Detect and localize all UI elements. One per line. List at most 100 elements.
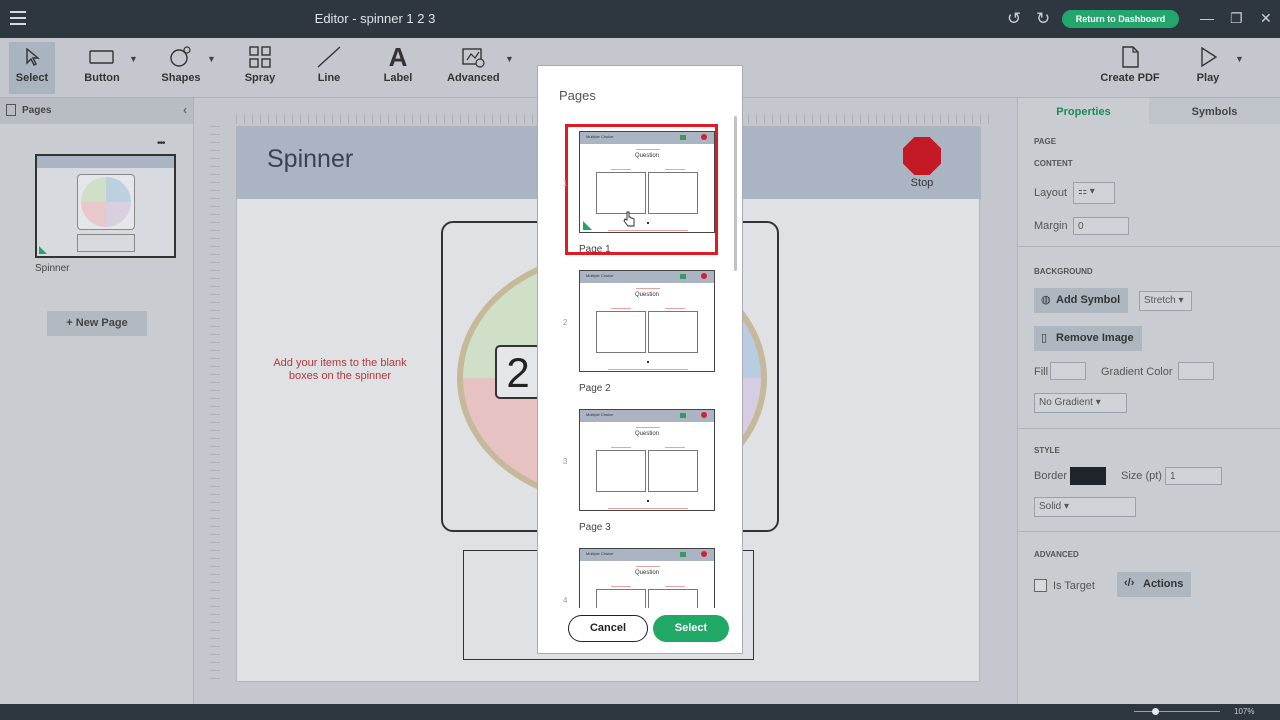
tool-label: Play <box>1196 72 1220 84</box>
layout-select[interactable]: ⚏ ▾ <box>1073 182 1115 204</box>
actions-label: Actions <box>1143 578 1184 590</box>
divider <box>1018 428 1280 429</box>
select-tool-button[interactable]: Select <box>9 42 55 94</box>
gradient-color-swatch[interactable] <box>1178 362 1214 380</box>
tool-label: Advanced <box>447 72 500 84</box>
tool-label: Label <box>383 72 413 84</box>
tool-label: Select <box>15 72 49 84</box>
redo-icon[interactable]: ↻ <box>1036 9 1050 29</box>
page-title[interactable]: Spinner <box>267 145 353 174</box>
remove-image-button[interactable]: ▯ Remove Image <box>1034 326 1142 351</box>
thumb-question: Question <box>634 570 659 576</box>
shapes-icon <box>157 42 205 72</box>
create-pdf-button[interactable]: Create PDF <box>1098 42 1162 94</box>
line-icon <box>309 42 349 72</box>
border-color-swatch[interactable] <box>1070 467 1106 485</box>
divider <box>1018 246 1280 247</box>
page-thumbnail[interactable]: Multiple Choice Question <box>579 131 715 233</box>
instruction-text[interactable]: Add your items to the blank boxes on the… <box>265 357 415 383</box>
margin-label: Margin <box>1034 220 1068 232</box>
remove-image-label: Remove Image <box>1056 332 1134 344</box>
letter-a-icon: A <box>388 41 408 72</box>
pages-dialog: Pages 1 Multiple Choice Question Page 1 … <box>537 65 743 654</box>
thumb-header-text: Multiple Choice <box>586 273 614 278</box>
page-label: Page 1 <box>579 244 611 255</box>
layout-label: Layout <box>1034 187 1068 199</box>
zoom-level: 107% <box>1234 707 1255 716</box>
thumb-stop-icon <box>701 273 707 279</box>
properties-panel: Properties Symbols PAGE CONTENT Layout ⚏… <box>1017 98 1280 704</box>
advanced-tool-button[interactable]: Advanced <box>447 42 500 94</box>
gradient-select[interactable]: No Gradient ▾ <box>1034 393 1127 413</box>
pages-panel: Pages ‹ ••• Spinner + New Page <box>0 98 194 704</box>
page-thumbnail[interactable]: Multiple Choice Question <box>579 548 715 608</box>
label-tool-button[interactable]: A Label <box>378 42 418 94</box>
page-label: Page 2 <box>579 383 611 394</box>
fill-color-swatch[interactable] <box>1050 362 1086 380</box>
collapse-chevron-icon[interactable]: ‹ <box>183 103 187 117</box>
cancel-button[interactable]: Cancel <box>568 615 648 642</box>
thumb-spinner-frame <box>77 174 135 230</box>
stretch-select[interactable]: Stretch ▾ <box>1139 291 1192 311</box>
thumbnail-label: Spinner <box>35 263 70 274</box>
select-button[interactable]: Select <box>653 615 729 642</box>
spinner-number[interactable]: 2 <box>495 345 541 399</box>
section-advanced: ADVANCED <box>1034 550 1079 559</box>
pages-panel-header: Pages ‹ <box>0 98 193 124</box>
dialog-title: Pages <box>559 88 596 103</box>
line-tool-button[interactable]: Line <box>309 42 349 94</box>
zoom-slider[interactable] <box>1134 711 1220 712</box>
chevron-down-icon[interactable]: ▼ <box>1235 54 1244 64</box>
actions-button[interactable]: ‹/› Actions <box>1117 572 1192 597</box>
add-symbol-label: Add Symbol <box>1056 294 1121 306</box>
page-number: 3 <box>563 457 568 466</box>
minimize-icon[interactable]: — <box>1200 10 1214 26</box>
thumb-header-text: Multiple Choice <box>586 134 614 139</box>
stop-sign-icon[interactable] <box>903 137 941 175</box>
stop-label: Stop <box>910 177 934 189</box>
grid-icon <box>238 42 282 72</box>
margin-input[interactable]: 0 <box>1073 217 1129 235</box>
spray-tool-button[interactable]: Spray <box>238 42 282 94</box>
page-number: 2 <box>563 318 568 327</box>
page-list: 1 Multiple Choice Question Page 1 2 Mult… <box>538 124 744 608</box>
chevron-down-icon[interactable]: ▼ <box>505 54 514 64</box>
border-style-select[interactable]: Solid ▾ <box>1034 497 1136 517</box>
is-target-checkbox[interactable] <box>1034 579 1047 592</box>
chevron-down-icon[interactable]: ▼ <box>129 54 138 64</box>
code-icon: ‹/› <box>1124 577 1135 589</box>
zoom-slider-thumb[interactable] <box>1152 708 1159 715</box>
layout-icon: ⚏ ▾ <box>1078 186 1095 197</box>
thumb-question: Question <box>634 292 659 298</box>
page-thumbnail-spinner[interactable] <box>35 154 176 258</box>
size-input[interactable]: 1 <box>1165 467 1222 485</box>
button-tool-button[interactable]: Button <box>78 42 126 94</box>
page-thumbnail[interactable]: Multiple Choice Question <box>579 409 715 511</box>
chevron-down-icon[interactable]: ▼ <box>207 54 216 64</box>
tab-properties[interactable]: Properties <box>1018 98 1149 124</box>
section-page: PAGE <box>1034 137 1057 146</box>
gradient-color-label: Gradient Color <box>1101 366 1173 378</box>
tool-label: Shapes <box>161 72 201 84</box>
undo-icon[interactable]: ↺ <box>1007 9 1021 29</box>
return-to-dashboard-button[interactable]: Return to Dashboard <box>1062 10 1179 28</box>
rectangle-icon <box>78 42 126 72</box>
new-page-button[interactable]: + New Page <box>47 311 147 336</box>
shapes-tool-button[interactable]: Shapes <box>157 42 205 94</box>
pdf-icon <box>1098 42 1162 72</box>
size-label: Size (pt) <box>1121 470 1162 482</box>
page-number: 1 <box>563 179 568 188</box>
page-menu-icon[interactable]: ••• <box>157 138 165 149</box>
page-thumbnail[interactable]: Multiple Choice Question <box>579 270 715 372</box>
add-symbol-button[interactable]: ◍ Add Symbol <box>1034 288 1129 313</box>
section-content: CONTENT <box>1034 159 1073 168</box>
tab-symbols[interactable]: Symbols <box>1149 98 1280 124</box>
close-icon[interactable]: ✕ <box>1260 10 1272 27</box>
tool-label: Line <box>317 72 341 84</box>
thumb-header <box>37 156 174 168</box>
pages-icon <box>6 104 16 116</box>
thumb-spinner-wheel <box>81 177 131 227</box>
play-button[interactable]: Play <box>1190 42 1226 94</box>
thumb-stop-icon <box>701 551 707 557</box>
maximize-icon[interactable]: ❐ <box>1230 10 1243 27</box>
